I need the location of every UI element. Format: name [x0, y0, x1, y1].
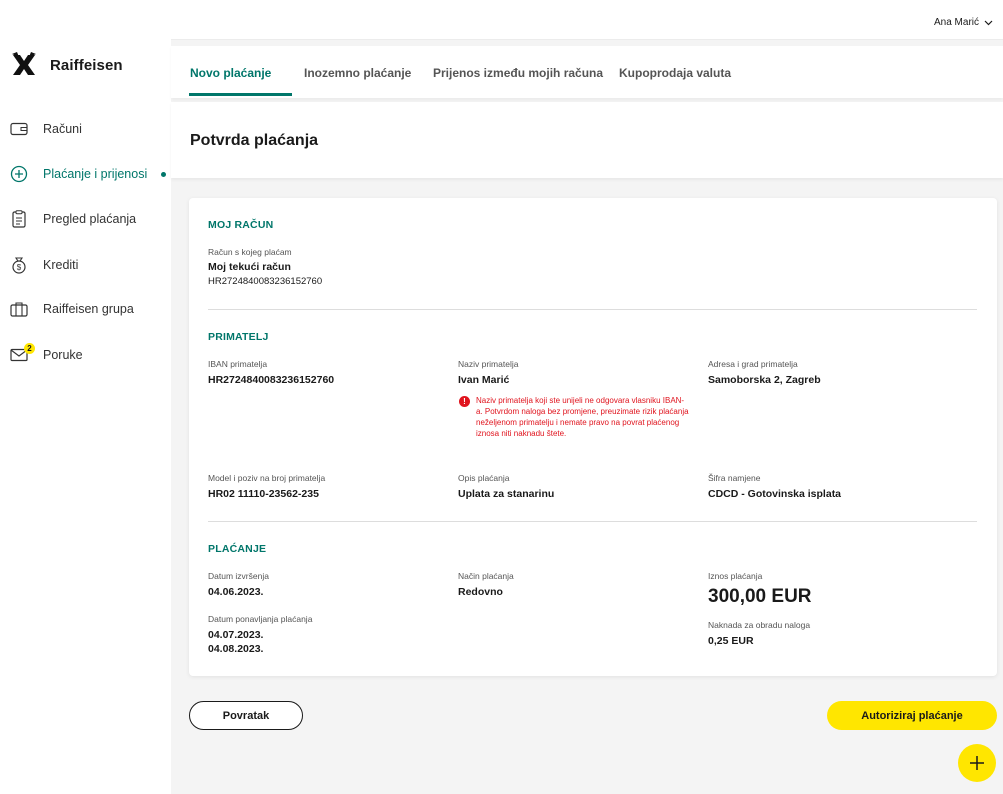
section-heading-primatelj: PRIMATELJ: [208, 331, 269, 343]
source-account-iban: HR2724840083236152760: [208, 276, 323, 287]
tab-inozemno-placanje[interactable]: Inozemno plaćanje: [304, 66, 411, 80]
user-menu[interactable]: Ana Marić: [934, 17, 993, 28]
authorize-payment-button[interactable]: Autoriziraj plaćanje: [827, 701, 997, 730]
repeat-date-label: Datum ponavljanja plaćanja: [208, 614, 313, 624]
recipient-address-label: Adresa i grad primatelja: [708, 359, 798, 369]
confirmation-card: MOJ RAČUN Račun s kojeg plaćam Moj tekuć…: [189, 198, 997, 676]
wallet-icon: [10, 120, 28, 138]
sidebar-item-label: Pregled plaćanja: [43, 212, 137, 226]
tab-prijenos-izmedu-racuna[interactable]: Prijenos između mojih računa: [433, 66, 603, 80]
warning-icon: !: [459, 396, 470, 407]
sidebar-item-poruke[interactable]: 2 Poruke: [10, 343, 83, 364]
sidebar-item-label: Računi: [43, 122, 82, 136]
sidebar-item-placanje[interactable]: Plaćanje i prijenosi: [10, 165, 167, 183]
user-name: Ana Marić: [933, 17, 979, 28]
page-title: Potvrda plaćanja: [190, 132, 319, 149]
recipient-address-value: Samoborska 2, Zagreb: [708, 374, 821, 386]
svg-text:$: $: [17, 263, 22, 272]
tab-novo-placanje[interactable]: Novo plaćanje: [190, 66, 271, 80]
top-header: Ana Marić: [171, 0, 1003, 40]
plus-circle-icon: [10, 165, 28, 183]
divider: [208, 521, 977, 522]
brand-name: Raiffeisen: [50, 56, 123, 74]
title-bar: Potvrda plaćanja: [171, 102, 1003, 178]
purpose-code-label: Šifra namjene: [708, 473, 761, 483]
description-value: Uplata za stanarinu: [458, 488, 555, 500]
payment-tabs: Novo plaćanje Inozemno plaćanje Prijenos…: [171, 46, 1003, 98]
description-label: Opis plaćanja: [458, 473, 510, 483]
repeat-date-2: 04.08.2023.: [208, 643, 264, 655]
model-value: HR02 11110-23562-235: [208, 488, 319, 500]
clipboard-icon: [10, 210, 28, 228]
recipient-iban-value: HR2724840083236152760: [208, 374, 335, 386]
fee-value: 0,25 EUR: [708, 635, 754, 647]
execution-date-value: 04.06.2023.: [208, 586, 264, 598]
recipient-name-label: Naziv primatelja: [458, 359, 519, 369]
sidebar-item-racuni[interactable]: Računi: [10, 120, 82, 138]
payment-method-label: Način plaćanja: [458, 571, 514, 581]
recipient-name-value: Ivan Marić: [458, 374, 510, 386]
tab-kupoprodaja-valuta[interactable]: Kupoprodaja valuta: [619, 66, 731, 80]
sidebar: Raiffeisen Računi Plaćanje i prijenosi P…: [0, 0, 171, 794]
purpose-code-value: CDCD - Gotovinska isplata: [708, 488, 842, 500]
recipient-iban-label: IBAN primatelja: [208, 359, 268, 369]
section-heading-moj-racun: MOJ RAČUN: [208, 219, 274, 231]
sidebar-item-label: Krediti: [43, 258, 79, 272]
sidebar-item-label: Plaćanje i prijenosi: [43, 167, 148, 181]
back-button[interactable]: Povratak: [189, 701, 303, 730]
repeat-date-1: 04.07.2023.: [208, 629, 264, 641]
warning-text: Naziv primatelja koji ste unijeli ne odg…: [476, 396, 689, 438]
active-tab-underline: [189, 93, 292, 96]
model-label: Model i poziv na broj primatelja: [208, 473, 326, 483]
section-heading-placanje: PLAĆANJE: [208, 543, 267, 555]
payment-method-value: Redovno: [458, 586, 503, 598]
chevron-down-icon: [984, 20, 993, 25]
iban-mismatch-warning: ! Naziv primatelja koji ste unijeli ne o…: [459, 395, 689, 439]
brand[interactable]: Raiffeisen: [10, 52, 123, 78]
sidebar-item-label: Poruke: [43, 348, 83, 362]
sidebar-item-label: Raiffeisen grupa: [43, 302, 134, 316]
amount-label: Iznos plaćanja: [708, 571, 763, 581]
sidebar-item-pregled[interactable]: Pregled plaćanja: [10, 210, 136, 228]
active-indicator-dot: [161, 171, 167, 177]
source-account-name: Moj tekući račun: [208, 261, 291, 273]
amount-value: 300,00 EUR: [708, 586, 812, 607]
execution-date-label: Datum izvršenja: [208, 571, 269, 581]
quick-action-button[interactable]: [958, 744, 996, 782]
divider: [208, 309, 977, 310]
plus-icon: [970, 756, 984, 770]
unread-badge: 2: [24, 343, 35, 354]
briefcase-icon: [10, 300, 28, 318]
raiffeisen-logo-icon: [12, 52, 36, 75]
sidebar-item-krediti[interactable]: $ Krediti: [10, 256, 78, 274]
source-account-label: Račun s kojeg plaćam: [208, 247, 292, 257]
fee-label: Naknada za obradu naloga: [708, 620, 811, 630]
money-bag-icon: $: [10, 256, 28, 274]
envelope-icon: 2: [10, 343, 35, 364]
sidebar-item-raiffeisen-grupa[interactable]: Raiffeisen grupa: [10, 300, 134, 318]
